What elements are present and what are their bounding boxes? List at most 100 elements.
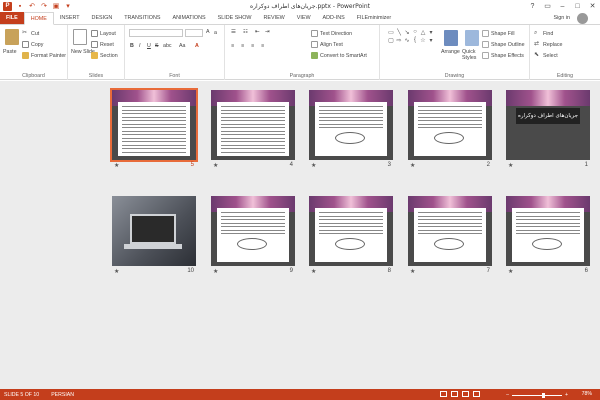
- tab-view[interactable]: VIEW: [291, 12, 317, 24]
- replace-button[interactable]: ⇄ Replace: [534, 41, 562, 48]
- transition-star-icon[interactable]: ★: [311, 268, 316, 275]
- oval-shape-icon[interactable]: ○: [411, 28, 419, 36]
- slide-preview[interactable]: [211, 90, 295, 160]
- slide-preview[interactable]: [408, 196, 492, 266]
- slide-preview[interactable]: [309, 196, 393, 266]
- tab-insert[interactable]: INSERT: [54, 12, 86, 24]
- cut-button[interactable]: ✂ Cut: [22, 30, 39, 37]
- select-button[interactable]: ⬉ Select: [534, 52, 558, 59]
- slide-thumbnail-5[interactable]: ★ 5: [110, 88, 198, 174]
- quick-styles-icon[interactable]: [465, 30, 479, 46]
- line-shape-icon[interactable]: ╲: [395, 28, 403, 36]
- tab-fileminimizer[interactable]: FILEminimizer: [351, 12, 397, 24]
- normal-view-icon[interactable]: [440, 391, 447, 397]
- reading-view-icon[interactable]: [462, 391, 469, 397]
- slide-preview[interactable]: [211, 196, 295, 266]
- zoom-thumb[interactable]: [541, 392, 545, 398]
- tab-file[interactable]: FILE: [0, 12, 24, 24]
- tab-add-ins[interactable]: ADD-INS: [317, 12, 351, 24]
- avatar[interactable]: [577, 13, 588, 24]
- slide-preview[interactable]: [112, 196, 196, 266]
- transition-star-icon[interactable]: ★: [508, 268, 513, 275]
- tab-animations[interactable]: ANIMATIONS: [166, 12, 211, 24]
- section-button[interactable]: Section: [91, 52, 118, 59]
- tab-transitions[interactable]: TRANSITIONS: [118, 12, 166, 24]
- tab-home[interactable]: HOME: [23, 12, 54, 25]
- bold-button[interactable]: B: [130, 43, 134, 49]
- language-indicator[interactable]: PERSIAN: [51, 392, 74, 398]
- slide-thumbnail-7[interactable]: ★ 7: [408, 196, 492, 280]
- text-direction-button[interactable]: Text Direction: [311, 30, 352, 37]
- star-shape-icon[interactable]: ☆: [419, 36, 427, 44]
- tab-slide-show[interactable]: SLIDE SHOW: [212, 12, 258, 24]
- help-button[interactable]: ?: [525, 0, 540, 12]
- start-from-beginning-icon[interactable]: ▣: [52, 2, 60, 10]
- slide-preview[interactable]: [110, 88, 198, 162]
- slide-sorter-view-icon[interactable]: [451, 391, 458, 397]
- grow-font-button[interactable]: A: [206, 29, 210, 35]
- slide-thumbnail-9[interactable]: ★ 9: [211, 196, 295, 280]
- copy-button[interactable]: Copy: [22, 41, 43, 48]
- format-painter-button[interactable]: Format Painter: [22, 52, 66, 59]
- shadow-button[interactable]: abc: [163, 43, 172, 49]
- numbering-button[interactable]: ☷: [243, 29, 248, 35]
- triangle-shape-icon[interactable]: △: [419, 28, 427, 36]
- slide-thumbnail-2[interactable]: ★ 2: [408, 90, 492, 174]
- justify-button[interactable]: ≡: [261, 43, 264, 49]
- zoom-slider[interactable]: – +: [506, 392, 568, 398]
- sign-in-link[interactable]: Sign in: [554, 15, 570, 21]
- zoom-out-icon[interactable]: –: [506, 392, 509, 398]
- slide-preview[interactable]: [309, 90, 393, 160]
- shrink-font-button[interactable]: a: [214, 30, 217, 36]
- font-name-field[interactable]: [129, 29, 183, 37]
- paste-button[interactable]: Paste: [3, 49, 17, 55]
- shape-fill-button[interactable]: Shape Fill: [482, 30, 515, 37]
- undo-icon[interactable]: ↶: [28, 2, 36, 10]
- new-slide-icon[interactable]: [73, 29, 87, 45]
- zoom-in-icon[interactable]: +: [565, 392, 568, 398]
- shape-outline-button[interactable]: Shape Outline: [482, 41, 525, 48]
- transition-star-icon[interactable]: ★: [213, 162, 218, 169]
- slide-preview[interactable]: [506, 196, 590, 266]
- shapes-gallery[interactable]: ▭ ╲ ↘ ○ △ ▾ ▢ ⇨ ∿ { ☆ ▾: [387, 28, 435, 61]
- transition-star-icon[interactable]: ★: [114, 162, 119, 169]
- font-color-button[interactable]: A: [195, 43, 199, 49]
- more-shapes-icon[interactable]: ▾: [427, 28, 435, 36]
- tab-review[interactable]: REVIEW: [257, 12, 290, 24]
- change-case-button[interactable]: Aa: [179, 43, 185, 49]
- maximize-button[interactable]: □: [570, 0, 585, 12]
- tab-design[interactable]: DESIGN: [86, 12, 119, 24]
- underline-button[interactable]: U: [147, 43, 151, 49]
- rectangle-shape-icon[interactable]: ▭: [387, 28, 395, 36]
- save-icon[interactable]: ▪: [16, 2, 24, 10]
- minimize-button[interactable]: –: [555, 0, 570, 12]
- brace-shape-icon[interactable]: {: [411, 36, 419, 44]
- paste-icon[interactable]: [5, 29, 19, 45]
- ribbon-display-button[interactable]: ▭: [540, 0, 555, 12]
- slide-thumbnail-8[interactable]: ★ 8: [309, 196, 393, 280]
- curve-shape-icon[interactable]: ∿: [403, 36, 411, 44]
- transition-star-icon[interactable]: ★: [213, 268, 218, 275]
- right-arrow-shape-icon[interactable]: ⇨: [395, 36, 403, 44]
- align-text-button[interactable]: Align Text: [311, 41, 343, 48]
- font-size-field[interactable]: [185, 29, 203, 37]
- strikethrough-button[interactable]: S: [155, 43, 159, 49]
- slide-thumbnail-6[interactable]: ★ 6: [506, 196, 590, 280]
- layout-button[interactable]: Layout: [91, 30, 116, 37]
- align-right-button[interactable]: ≡: [251, 43, 254, 49]
- transition-star-icon[interactable]: ★: [508, 162, 513, 169]
- decrease-indent-button[interactable]: ⇤: [255, 29, 259, 35]
- slide-thumbnail-10[interactable]: ★ 10: [112, 196, 196, 280]
- slide-preview[interactable]: [408, 90, 492, 160]
- zoom-percentage[interactable]: 78%: [582, 391, 592, 397]
- rounded-rect-shape-icon[interactable]: ▢: [387, 36, 395, 44]
- align-center-button[interactable]: ≡: [241, 43, 244, 49]
- arrange-icon[interactable]: [444, 30, 458, 46]
- redo-icon[interactable]: ↷: [40, 2, 48, 10]
- transition-star-icon[interactable]: ★: [114, 268, 119, 275]
- reset-button[interactable]: Reset: [91, 41, 114, 48]
- convert-smartart-button[interactable]: Convert to SmartArt: [311, 52, 367, 59]
- zoom-track[interactable]: [511, 392, 562, 398]
- transition-star-icon[interactable]: ★: [311, 162, 316, 169]
- slide-thumbnail-4[interactable]: ★ 4: [211, 90, 295, 174]
